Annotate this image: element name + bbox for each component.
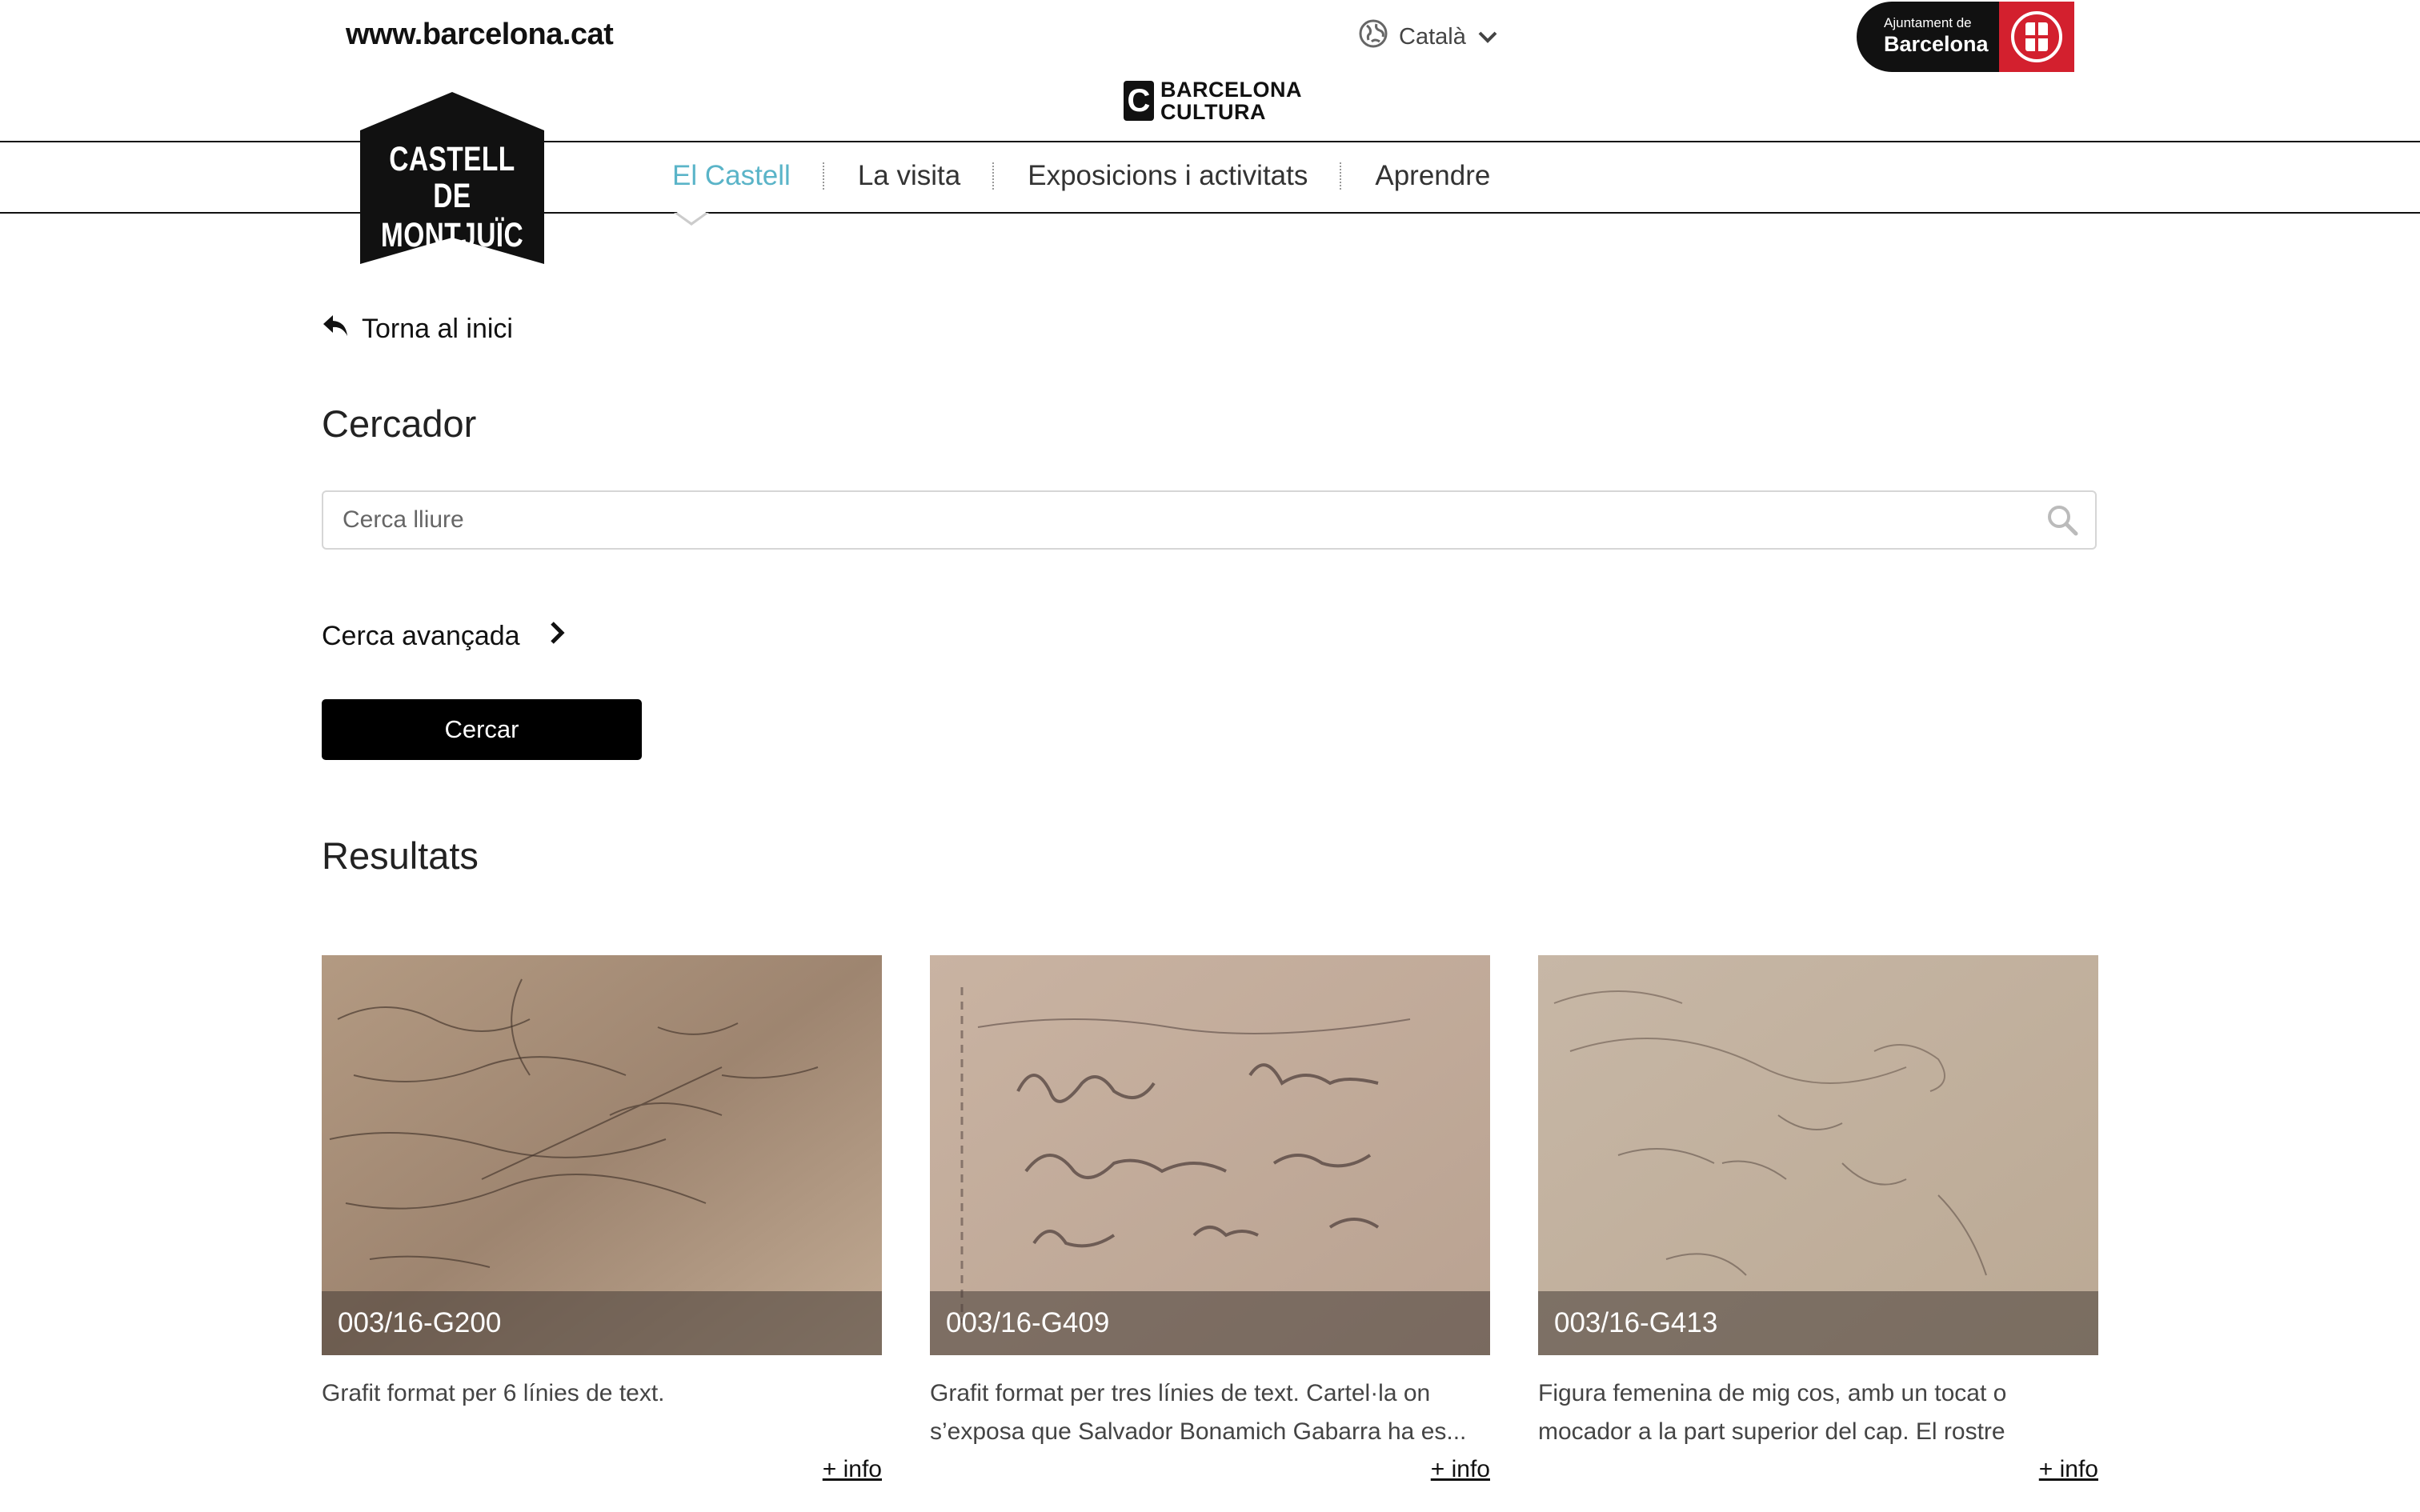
result-code: 003/16-G409	[930, 1291, 1490, 1355]
language-selector[interactable]: Català	[1359, 19, 1498, 54]
more-info-link[interactable]: + info	[1538, 1456, 2098, 1483]
result-code: 003/16-G413	[1538, 1291, 2098, 1355]
results-title: Resultats	[322, 834, 479, 877]
active-nav-caret	[674, 211, 709, 226]
search-input[interactable]	[323, 492, 2042, 548]
result-description: Figura femenina de mig cos, amb un tocat…	[1538, 1380, 2007, 1445]
result-card: 003/16-G409 Grafit format per tres línie…	[930, 955, 1490, 1483]
result-card: 003/16-G200 Grafit format per 6 línies d…	[322, 955, 882, 1483]
result-description: Grafit format per tres línies de text. C…	[930, 1380, 1467, 1445]
castle-logo-line2: DE MONTJUÏC	[380, 177, 524, 254]
graffiti-image[interactable]: 003/16-G409	[930, 955, 1490, 1355]
search-button[interactable]: Cercar	[322, 699, 642, 760]
globe-icon	[1359, 19, 1388, 54]
main-nav: El Castell La visita Exposicions i activ…	[640, 152, 1522, 200]
search-box	[322, 490, 2097, 550]
language-label: Català	[1399, 23, 1466, 50]
search-title: Cercador	[322, 402, 477, 445]
result-card: 003/16-G413 Figura femenina de mig cos, …	[1538, 955, 2098, 1483]
barcelona-cultura-icon: C	[1124, 81, 1154, 121]
more-info-link[interactable]: + info	[322, 1456, 882, 1483]
barcelona-cat-link[interactable]: www.barcelona.cat	[346, 18, 614, 52]
result-code: 003/16-G200	[322, 1291, 882, 1355]
nav-item-exposicions[interactable]: Exposicions i activitats	[996, 160, 1340, 192]
search-icon[interactable]	[2045, 503, 2079, 541]
ajuntament-barcelona-logo[interactable]: Ajuntament de Barcelona	[1857, 2, 2074, 72]
ajuntament-small-text: Ajuntament de	[1884, 15, 1972, 30]
barcelona-cultura-logo[interactable]: C BARCELONA CULTURA	[1124, 78, 1302, 123]
bc-line1: BARCELONA	[1160, 78, 1302, 102]
nav-item-aprendre[interactable]: Aprendre	[1343, 160, 1522, 192]
ajuntament-big-text: Barcelona	[1884, 32, 1989, 56]
reply-arrow-icon	[322, 314, 349, 345]
castell-montjuic-logo[interactable]: CASTELL DE MONTJUÏC	[360, 92, 544, 264]
advanced-search-label: Cerca avançada	[322, 621, 520, 651]
barcelona-shield-icon	[1999, 2, 2074, 72]
graffiti-image[interactable]: 003/16-G200	[322, 955, 882, 1355]
more-info-link[interactable]: + info	[930, 1456, 1490, 1483]
chevron-down-icon	[1477, 24, 1498, 50]
chevron-right-icon	[549, 621, 565, 652]
back-home-label: Torna al inici	[362, 314, 513, 344]
bc-line2: CULTURA	[1160, 100, 1266, 124]
graffiti-image[interactable]: 003/16-G413	[1538, 955, 2098, 1355]
castle-logo-line1: CASTELL	[389, 140, 515, 178]
result-description: Grafit format per 6 línies de text.	[322, 1380, 665, 1406]
advanced-search-toggle[interactable]: Cerca avançada	[322, 621, 565, 652]
nav-item-el-castell[interactable]: El Castell	[640, 160, 823, 192]
nav-item-la-visita[interactable]: La visita	[826, 160, 992, 192]
back-home-link[interactable]: Torna al inici	[322, 314, 513, 345]
